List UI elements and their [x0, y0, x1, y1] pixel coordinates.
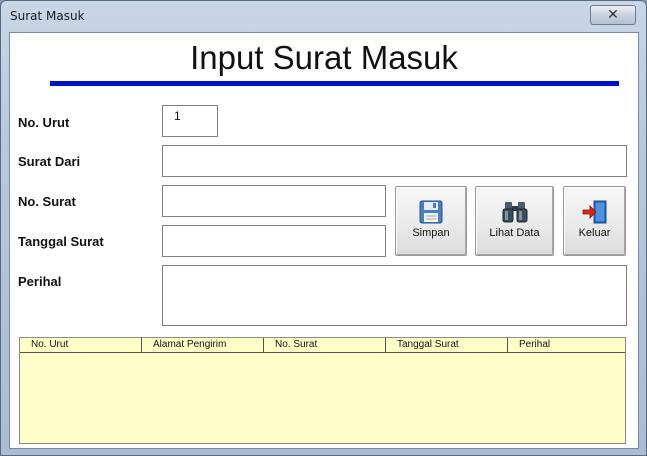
close-button[interactable]: ✕	[590, 5, 636, 25]
no-urut-label: No. Urut	[18, 115, 70, 130]
form-panel: Input Surat Masuk No. Urut Surat Dari No…	[9, 32, 639, 449]
simpan-button[interactable]: Simpan	[395, 186, 467, 256]
app-window: Surat Masuk ✕ Input Surat Masuk No. Urut…	[0, 0, 647, 456]
column-header-no-surat[interactable]: No. Surat	[264, 338, 386, 352]
surat-dari-field[interactable]	[162, 145, 627, 177]
floppy-disk-icon	[419, 200, 443, 224]
close-icon: ✕	[607, 6, 619, 22]
perihal-label: Perihal	[18, 274, 62, 289]
exit-door-icon	[582, 200, 606, 224]
keluar-button[interactable]: Keluar	[563, 186, 626, 256]
tanggal-surat-field[interactable]	[162, 225, 386, 257]
data-grid[interactable]: No. Urut Alamat Pengirim No. Surat Tangg…	[19, 337, 626, 444]
perihal-field[interactable]	[162, 265, 627, 326]
title-underline	[50, 81, 619, 86]
tanggal-surat-label: Tanggal Surat	[18, 234, 104, 249]
column-header-tanggal-surat[interactable]: Tanggal Surat	[386, 338, 508, 352]
no-surat-field[interactable]	[162, 185, 386, 217]
column-header-alamat-pengirim[interactable]: Alamat Pengirim	[142, 338, 264, 352]
simpan-button-label: Simpan	[412, 227, 450, 239]
surat-dari-label: Surat Dari	[18, 154, 81, 169]
window-title: Surat Masuk	[10, 9, 85, 23]
page-title: Input Surat Masuk	[190, 39, 458, 76]
column-header-no-urut[interactable]: No. Urut	[20, 338, 142, 352]
title-bar[interactable]: Surat Masuk ✕	[1, 1, 646, 31]
grid-header: No. Urut Alamat Pengirim No. Surat Tangg…	[20, 338, 625, 353]
lihat-data-button-label: Lihat Data	[489, 227, 540, 239]
binoculars-icon	[502, 202, 527, 223]
lihat-data-button[interactable]: Lihat Data	[475, 186, 554, 256]
no-urut-field[interactable]: 1	[162, 105, 218, 137]
keluar-button-label: Keluar	[578, 227, 611, 239]
no-surat-label: No. Surat	[18, 194, 76, 209]
column-header-perihal[interactable]: Perihal	[508, 338, 625, 352]
